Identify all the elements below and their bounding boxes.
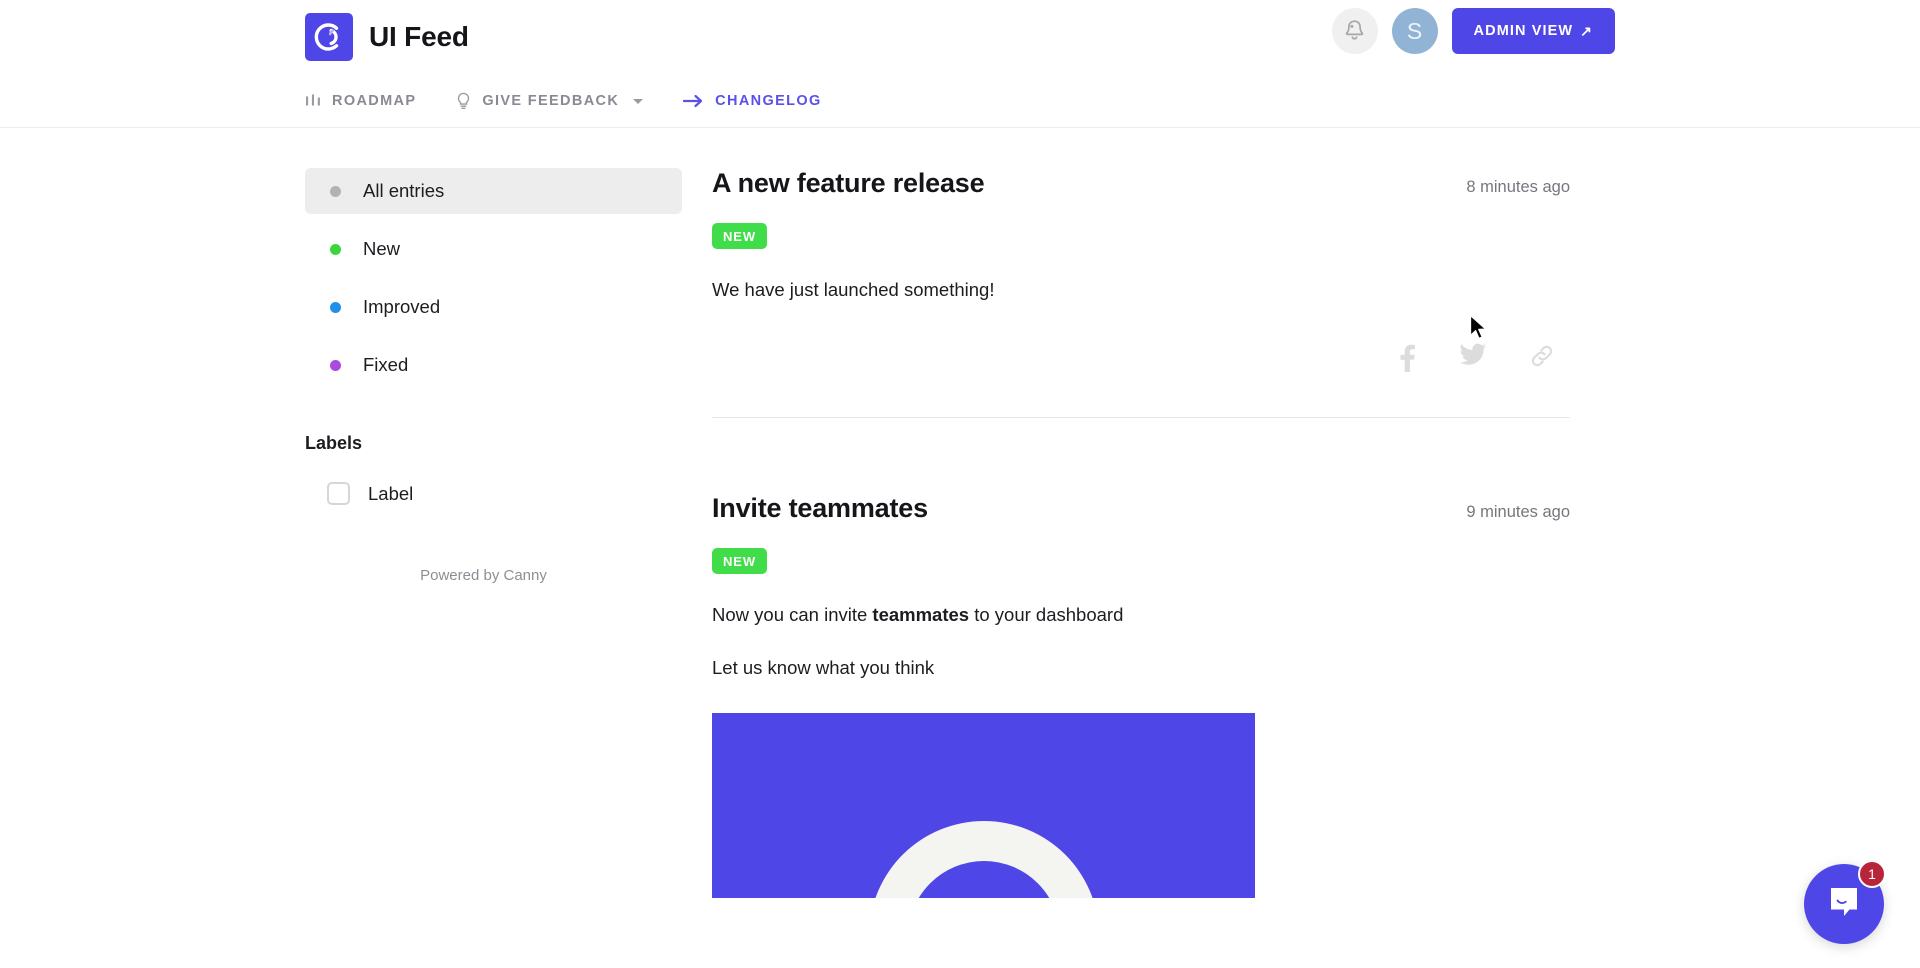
sidebar: All entries New Improved Fixed Labels La…	[305, 168, 712, 898]
entry-header: Invite teammates 9 minutes ago	[712, 493, 1570, 524]
nav-item-roadmap-label: ROADMAP	[332, 93, 417, 109]
nav-item-give-feedback-label: GIVE FEEDBACK	[482, 93, 620, 109]
sidebar-item-improved-label: Improved	[363, 296, 441, 317]
nav-item-roadmap[interactable]: ROADMAP	[305, 74, 416, 128]
header-actions: S ADMIN VIEW ↗	[1331, 8, 1615, 54]
entry-body: Now you can invite teammates to your das…	[712, 601, 1570, 683]
arrow-right-icon	[683, 93, 704, 109]
entry-title[interactable]: A new feature release	[712, 168, 985, 199]
feed-entry: A new feature release 8 minutes ago NEW …	[712, 168, 1570, 418]
labels-heading: Labels	[305, 433, 363, 453]
page-body: All entries New Improved Fixed Labels La…	[0, 128, 1920, 899]
changelog-feed: A new feature release 8 minutes ago NEW …	[712, 168, 1570, 899]
feed-entry: Invite teammates 9 minutes ago NEW Now y…	[712, 493, 1570, 899]
entry-text-bold: teammates	[872, 603, 970, 625]
external-link-arrow-icon: ↗	[1580, 23, 1593, 39]
label-filter-row[interactable]: Label	[305, 482, 682, 505]
entry-divider	[712, 416, 1570, 418]
sidebar-item-new[interactable]: New	[305, 226, 682, 272]
entry-paragraph: We have just launched something!	[712, 279, 995, 300]
entry-image	[712, 713, 1255, 899]
entry-text-post: to your dashboard	[969, 603, 1124, 625]
header-top-row: UI Feed S ADMIN VIEW ↗	[0, 0, 1920, 74]
brand[interactable]: UI Feed	[305, 13, 469, 61]
notifications-button[interactable]	[1331, 8, 1378, 54]
entry-paragraph: Let us know what you think	[712, 657, 935, 679]
nav-item-give-feedback[interactable]: GIVE FEEDBACK	[456, 74, 644, 128]
entry-timestamp: 8 minutes ago	[1466, 178, 1570, 196]
admin-view-button[interactable]: ADMIN VIEW ↗	[1451, 8, 1615, 54]
link-icon[interactable]	[1529, 343, 1555, 373]
sidebar-item-improved[interactable]: Improved	[305, 284, 682, 330]
entry-paragraph: Now you can invite teammates to your das…	[712, 601, 1570, 630]
chat-widget: 1	[1804, 860, 1886, 944]
sidebar-item-all-entries-label: All entries	[363, 180, 445, 201]
chevron-down-icon	[633, 98, 644, 104]
entry-title[interactable]: Invite teammates	[712, 493, 928, 524]
nav-item-changelog[interactable]: CHANGELOG	[683, 74, 821, 128]
powered-by-canny[interactable]: Powered by Canny	[305, 567, 682, 584]
sidebar-item-all-entries[interactable]: All entries	[305, 168, 682, 214]
nav-item-changelog-label: CHANGELOG	[715, 93, 822, 109]
canny-c-logo-icon	[305, 13, 353, 61]
status-badge: NEW	[712, 547, 768, 574]
bell-icon	[1344, 19, 1365, 44]
main-nav: ROADMAP GIVE FEEDBACK CHANGELOG	[0, 74, 1920, 128]
label-filter-label: Label	[368, 482, 414, 504]
bar-chart-icon	[305, 93, 321, 109]
entry-header: A new feature release 8 minutes ago	[712, 168, 1570, 199]
label-checkbox[interactable]	[327, 482, 350, 505]
share-row	[712, 343, 1570, 373]
twitter-icon[interactable]	[1459, 343, 1487, 373]
site-header: UI Feed S ADMIN VIEW ↗ ROADMAP GIVE FEED…	[0, 0, 1920, 128]
chat-unread-badge: 1	[1858, 860, 1886, 888]
status-badge: NEW	[712, 223, 768, 249]
entry-timestamp: 9 minutes ago	[1466, 502, 1570, 521]
page-title: UI Feed	[369, 21, 469, 52]
status-dot-fixed	[330, 359, 341, 371]
sidebar-item-new-label: New	[363, 238, 401, 259]
lightbulb-icon	[456, 92, 471, 110]
facebook-icon[interactable]	[1395, 343, 1417, 373]
status-dot-improved	[330, 301, 341, 313]
intercom-chat-icon	[1824, 882, 1864, 927]
entry-body: We have just launched something!	[712, 276, 1570, 305]
sidebar-item-fixed[interactable]: Fixed	[305, 342, 682, 388]
entry-text-pre: Now you can invite	[712, 603, 873, 625]
admin-view-label: ADMIN VIEW	[1473, 23, 1574, 39]
sidebar-item-fixed-label: Fixed	[363, 354, 409, 375]
status-dot-all-entries	[330, 185, 341, 197]
avatar[interactable]: S	[1391, 8, 1438, 54]
status-dot-new	[330, 243, 341, 255]
